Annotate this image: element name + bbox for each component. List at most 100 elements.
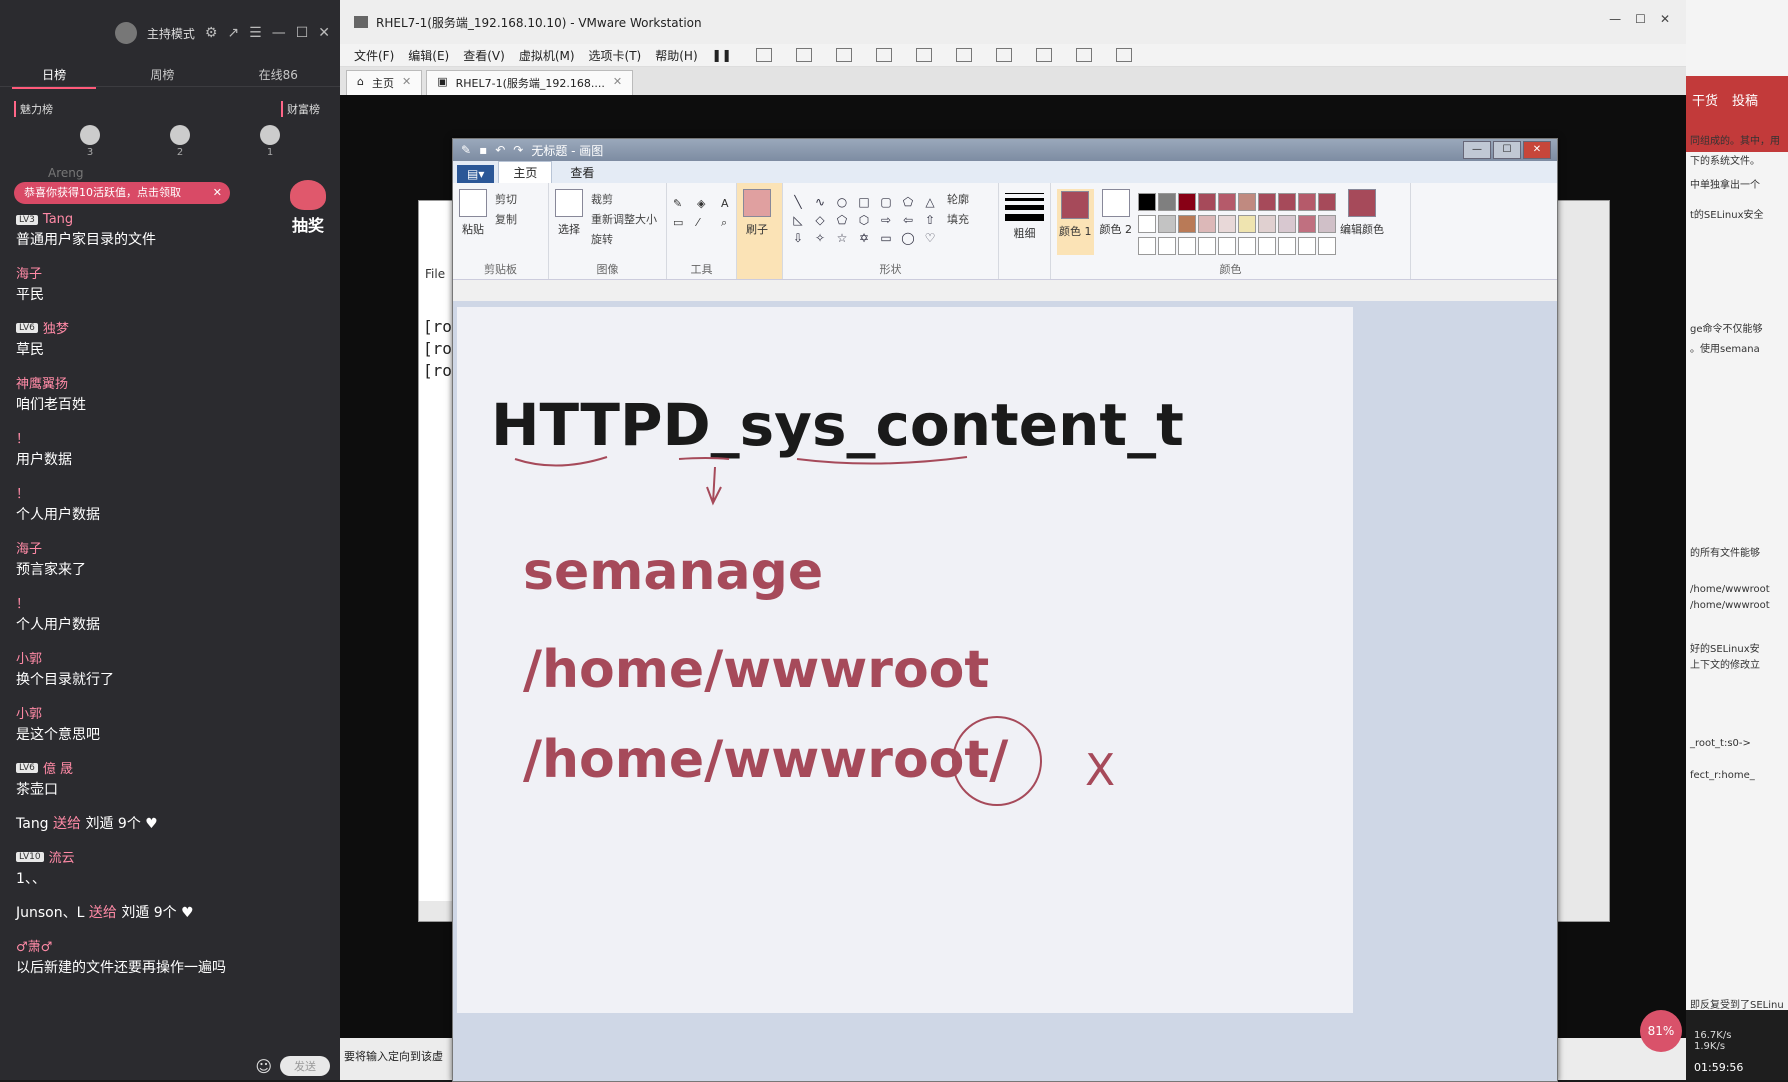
tab-home[interactable]: 主页 <box>498 161 553 183</box>
brush-button[interactable]: 刷子 <box>737 183 783 279</box>
crop-button[interactable]: 裁剪 <box>591 191 657 207</box>
snapshot-icon[interactable] <box>795 48 812 62</box>
chat-username[interactable]: 小郭 <box>16 703 340 722</box>
pause-icon[interactable]: ❚❚ <box>712 48 732 62</box>
thumbnail-view-icon[interactable] <box>955 48 972 62</box>
console-icon[interactable] <box>1075 48 1092 62</box>
palette-swatch[interactable] <box>1138 237 1156 255</box>
callout-rect-shape-icon[interactable]: ▭ <box>877 231 895 245</box>
palette-swatch[interactable] <box>1218 193 1236 211</box>
chat-username[interactable]: ！ <box>16 428 340 447</box>
edit-colors-button[interactable]: 编辑颜色 <box>1340 189 1384 255</box>
paint-file-menu[interactable]: ▤▾ <box>457 165 495 183</box>
palette-swatch[interactable] <box>1198 193 1216 211</box>
round-rect-shape-icon[interactable]: ▢ <box>877 195 895 209</box>
lottery-button[interactable]: 抽奖 <box>286 180 330 236</box>
palette-swatch[interactable] <box>1158 193 1176 211</box>
color-picker-icon[interactable]: ⁄ <box>697 216 715 230</box>
charm-rank-label[interactable]: 魅力榜 <box>14 101 53 117</box>
tab-online[interactable]: 在线86 <box>249 66 308 86</box>
close-icon[interactable]: ✕ <box>613 75 622 91</box>
palette-swatch[interactable] <box>1178 193 1196 211</box>
full-screen-icon[interactable] <box>995 48 1012 62</box>
maximize-icon[interactable]: ☐ <box>1635 12 1646 26</box>
menu-view[interactable]: 查看(V) <box>463 47 505 64</box>
maximize-icon[interactable]: ☐ <box>1493 141 1521 159</box>
left-arrow-shape-icon[interactable]: ⇦ <box>899 213 917 227</box>
chat-username[interactable]: LV6 億 晟 <box>16 758 340 777</box>
palette-swatch[interactable] <box>1258 215 1276 233</box>
palette-swatch[interactable] <box>1278 193 1296 211</box>
down-arrow-shape-icon[interactable]: ⇩ <box>789 231 807 245</box>
tab-view[interactable]: 查看 <box>556 162 608 183</box>
chat-username[interactable]: 海子 <box>16 538 340 557</box>
tab-vm[interactable]: ▣ RHEL7-1(服务端_192.168.... ✕ <box>426 70 634 95</box>
close-icon[interactable]: ✕ <box>1523 141 1551 159</box>
menu-vm[interactable]: 虚拟机(M) <box>519 47 575 64</box>
palette-swatch[interactable] <box>1158 237 1176 255</box>
diamond-shape-icon[interactable]: ◇ <box>811 213 829 227</box>
terminal-file-menu[interactable]: File <box>425 267 445 281</box>
palette-swatch[interactable] <box>1218 237 1236 255</box>
chat-username[interactable]: ！ <box>16 483 340 502</box>
callout-oval-shape-icon[interactable]: ◯ <box>899 231 917 245</box>
chat-username[interactable]: 神鹰翼扬 <box>16 373 340 392</box>
palette-swatch[interactable] <box>1198 215 1216 233</box>
menu-help[interactable]: 帮助(H) <box>655 47 697 64</box>
redo-icon[interactable]: ↷ <box>513 143 523 157</box>
snapshot-manager-icon[interactable] <box>875 48 892 62</box>
reward-banner[interactable]: 恭喜你获得10活跃值，点击领取 ✕ <box>14 182 230 204</box>
minimize-icon[interactable]: — <box>1609 12 1621 26</box>
revert-snapshot-icon[interactable] <box>835 48 852 62</box>
outline-button[interactable]: 轮廓 <box>947 191 969 207</box>
palette-swatch[interactable] <box>1238 215 1256 233</box>
paste-button[interactable]: 粘贴 <box>459 189 487 237</box>
triangle-shape-icon[interactable]: △ <box>921 195 939 209</box>
share-icon[interactable]: ↗ <box>227 25 239 41</box>
cut-button[interactable]: 剪切 <box>495 191 517 207</box>
emoji-icon[interactable]: ☺ <box>255 1057 272 1076</box>
rank-avatar-2[interactable]: 2 <box>170 125 190 158</box>
fill-button[interactable]: 填充 <box>947 211 969 227</box>
palette-swatch[interactable] <box>1158 215 1176 233</box>
chat-username[interactable]: ♂萧♂ <box>16 936 340 955</box>
close-icon[interactable]: ✕ <box>402 75 411 91</box>
chat-username[interactable]: LV10 流云 <box>16 847 340 866</box>
menu-tabs[interactable]: 选项卡(T) <box>589 47 642 64</box>
rank-avatar-3[interactable]: 3 <box>80 125 100 158</box>
palette-swatch[interactable] <box>1178 215 1196 233</box>
rank-avatar-1[interactable]: 1 <box>260 125 280 158</box>
unity-icon[interactable] <box>1035 48 1052 62</box>
curve-shape-icon[interactable]: ∿ <box>811 195 829 209</box>
color1-button[interactable]: 颜色 1 <box>1057 189 1094 255</box>
close-icon[interactable]: ✕ <box>213 182 222 204</box>
right-triangle-shape-icon[interactable]: ◺ <box>789 213 807 227</box>
close-icon[interactable]: ✕ <box>1660 12 1670 26</box>
send-ctrl-alt-del-icon[interactable] <box>755 48 772 62</box>
close-icon[interactable]: ✕ <box>318 25 330 41</box>
rotate-button[interactable]: 旋转 <box>591 231 657 247</box>
palette-swatch[interactable] <box>1198 237 1216 255</box>
palette-swatch[interactable] <box>1238 237 1256 255</box>
palette-swatch[interactable] <box>1318 237 1336 255</box>
palette-swatch[interactable] <box>1178 237 1196 255</box>
rect-shape-icon[interactable]: □ <box>855 195 873 209</box>
palette-swatch[interactable] <box>1238 193 1256 211</box>
host-avatar[interactable] <box>114 22 137 44</box>
minimize-icon[interactable]: — <box>1463 141 1491 159</box>
five-star-shape-icon[interactable]: ☆ <box>833 231 851 245</box>
minimize-icon[interactable]: — <box>272 25 286 41</box>
palette-swatch[interactable] <box>1138 215 1156 233</box>
size-button[interactable]: 粗细 <box>999 183 1051 279</box>
palette-swatch[interactable] <box>1278 237 1296 255</box>
drawing-canvas[interactable]: HTTPD_sys_content_t semanage /home/wwwro… <box>457 307 1353 1013</box>
heart-shape-icon[interactable]: ♡ <box>921 231 939 245</box>
palette-swatch[interactable] <box>1258 193 1276 211</box>
tab-home[interactable]: ⌂ 主页 ✕ <box>346 70 423 95</box>
maximize-icon[interactable]: ☐ <box>296 25 309 41</box>
menu-edit[interactable]: 编辑(E) <box>408 47 449 64</box>
select-button[interactable]: 选择 <box>555 189 583 251</box>
library-view-icon[interactable] <box>915 48 932 62</box>
chat-username[interactable]: ！ <box>16 593 340 612</box>
menu-file[interactable]: 文件(F) <box>354 47 394 64</box>
